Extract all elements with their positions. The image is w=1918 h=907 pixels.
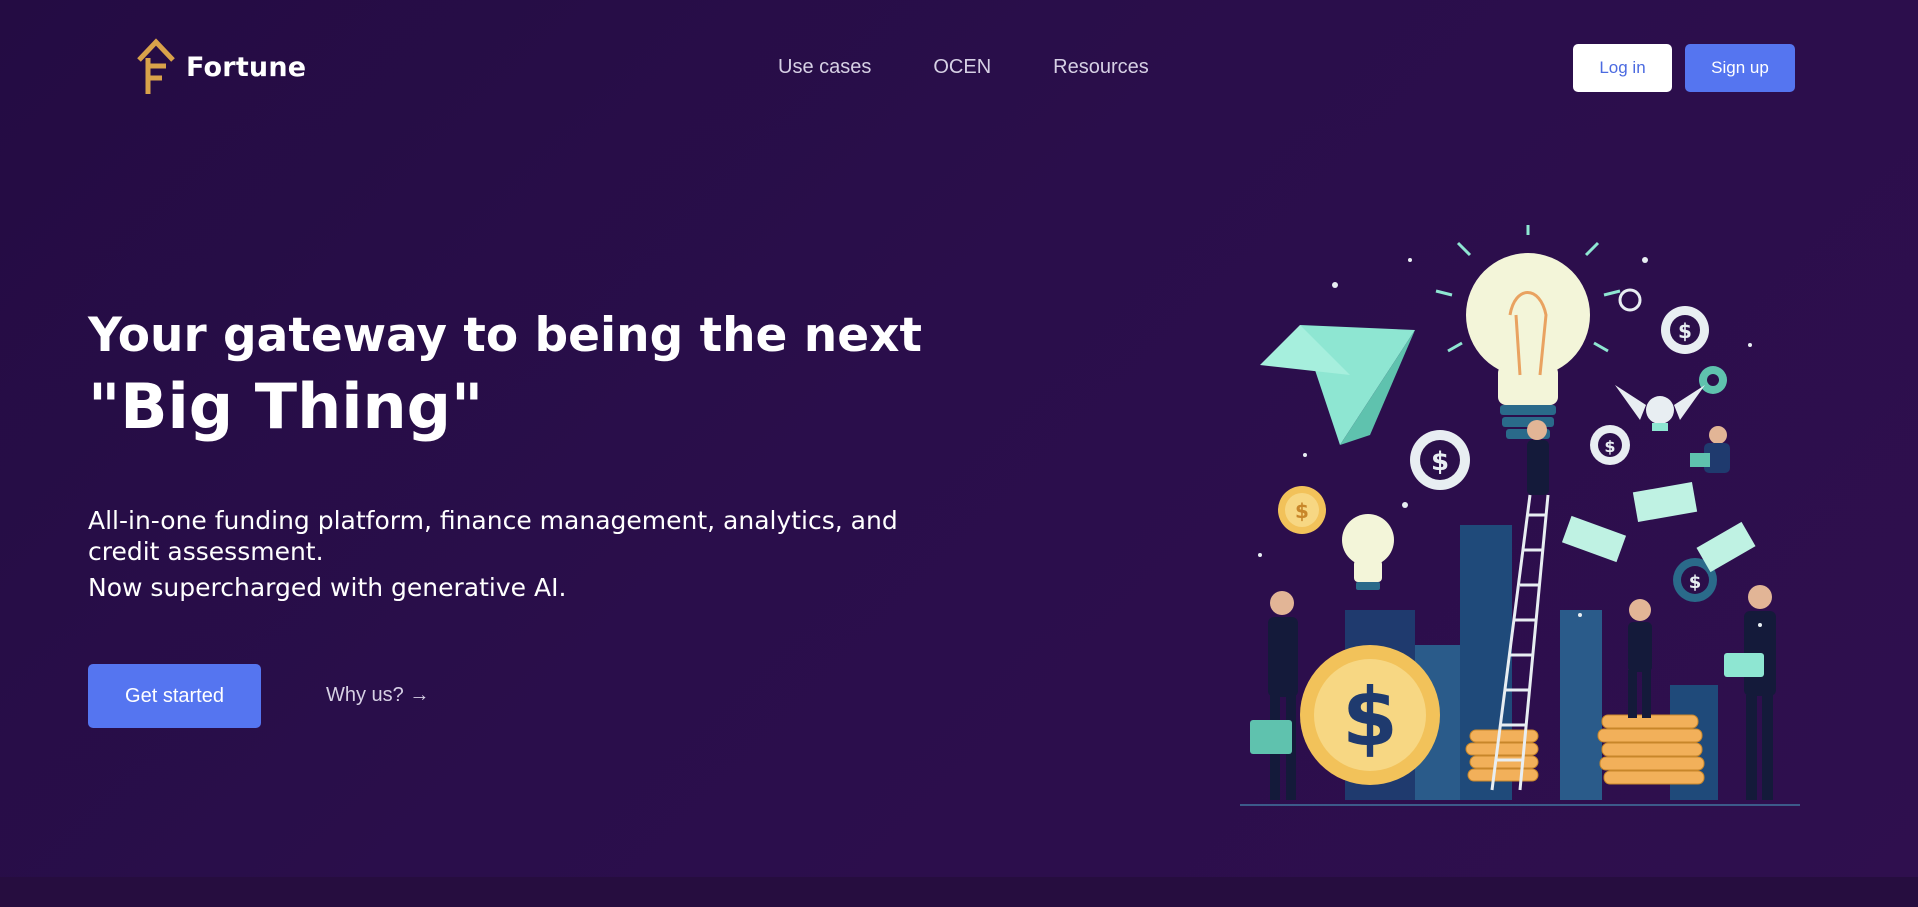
coin-dollar-icon: $ (1278, 486, 1326, 534)
money-bill-icon (1561, 482, 1756, 573)
svg-text:$: $ (1678, 319, 1692, 343)
businessman-figure (1724, 585, 1776, 800)
hero-description: All-in-one funding platform, finance man… (88, 506, 898, 566)
svg-text:$: $ (1431, 447, 1449, 477)
nav-item-resources[interactable]: Resources (1053, 56, 1149, 79)
businessman-figure (1527, 420, 1549, 495)
nav-item-use-cases[interactable]: Use cases (778, 56, 871, 79)
businessman-figure (1250, 591, 1298, 800)
hero-illustration: $ $ $ $ $ $ (1240, 225, 1800, 806)
svg-text:$: $ (1295, 499, 1309, 523)
big-coin-icon: $ (1300, 645, 1440, 785)
main-nav: Use cases OCEN Resources (778, 56, 1149, 79)
svg-text:$: $ (1342, 671, 1398, 764)
paper-plane-icon (1260, 325, 1415, 445)
light-bulb-icon (1435, 225, 1621, 439)
why-us-link[interactable]: Why us? → (326, 684, 429, 707)
next-section-edge (0, 877, 1918, 907)
small-light-bulb-icon (1342, 514, 1394, 590)
coin-stack-icon (1597, 714, 1705, 785)
login-button[interactable]: Log in (1573, 44, 1672, 92)
hero-headline: Your gateway to being the next (88, 308, 922, 363)
gear-icon (1699, 366, 1727, 394)
gear-icon (1618, 288, 1642, 312)
get-started-button[interactable]: Get started (88, 664, 261, 728)
brand-name: Fortune (186, 51, 307, 83)
brand-logo[interactable]: Fortune (136, 38, 306, 96)
hero-description-block: All-in-one funding platform, finance man… (88, 505, 928, 603)
hero-headline-emphasis: "Big Thing" (88, 370, 484, 443)
hero-tagline: Now supercharged with generative AI. (88, 573, 567, 602)
winged-bulb-icon (1615, 385, 1705, 431)
businessman-figure (1628, 599, 1652, 718)
gear-dollar-icon: $ (1590, 425, 1630, 465)
svg-text:$: $ (1689, 572, 1702, 593)
signup-button[interactable]: Sign up (1685, 44, 1795, 92)
svg-text:$: $ (1604, 437, 1615, 456)
gear-dollar-icon: $ (1410, 430, 1470, 490)
fortune-logo-icon (137, 38, 175, 94)
coin-stack-icon (1465, 729, 1539, 782)
businessman-with-laptop (1690, 426, 1730, 473)
gear-dollar-icon: $ (1661, 306, 1709, 354)
nav-item-ocen[interactable]: OCEN (933, 56, 991, 79)
